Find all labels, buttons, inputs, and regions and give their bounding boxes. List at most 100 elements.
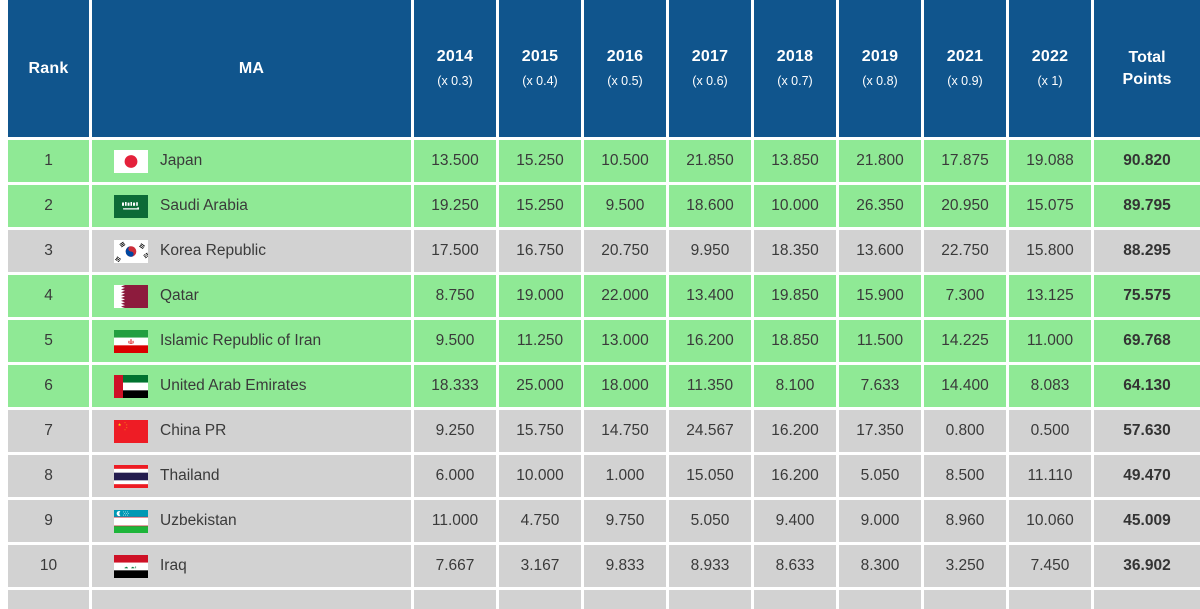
flag-uzbekistan-icon <box>114 509 148 533</box>
table-row[interactable]: 9 Uzbekistan 11.000 4.750 9.750 5.050 9.400 9.… <box>0 500 1200 545</box>
column-header-2016[interactable]: 2016 (x 0.5) <box>584 0 669 140</box>
score-cell: 8.100 <box>754 365 839 410</box>
column-header-2017-label: 2017 <box>691 48 729 66</box>
table-row[interactable]: 3 Korea Republic 17.500 16.750 20.750 9.950 1 <box>0 230 1200 275</box>
score-cell: 17.875 <box>924 140 1009 185</box>
score-cell: 9.950 <box>669 230 754 275</box>
column-header-2014[interactable]: 2014 (x 0.3) <box>414 0 499 140</box>
column-header-2017[interactable]: 2017 (x 0.6) <box>669 0 754 140</box>
score-cell: 13.600 <box>839 230 924 275</box>
score-cell: 17.500 <box>414 230 499 275</box>
flag-saudi-arabia-icon <box>114 194 148 218</box>
flag-uae-icon <box>114 374 148 398</box>
score-cell: 16.200 <box>754 455 839 500</box>
score-cell <box>1009 590 1094 609</box>
column-header-2016-label: 2016 <box>606 48 644 66</box>
score-cell: 7.300 <box>924 275 1009 320</box>
country-cell[interactable] <box>92 590 414 609</box>
country-cell[interactable]: Japan <box>92 140 414 185</box>
table-row[interactable] <box>0 590 1200 609</box>
column-header-2021[interactable]: 2021 (x 0.9) <box>924 0 1009 140</box>
total-points-cell: 49.470 <box>1094 455 1200 500</box>
country-name: Saudi Arabia <box>160 197 248 214</box>
table-row[interactable]: 4 Qatar 8.750 19.000 22.000 13.400 19.850 15.9… <box>0 275 1200 320</box>
score-cell <box>754 590 839 609</box>
flag-thailand-icon <box>114 464 148 488</box>
country-cell[interactable]: Iraq <box>92 545 414 590</box>
column-header-2019-multiplier: (x 0.8) <box>862 74 898 89</box>
column-header-total-line1: Total <box>1128 48 1166 66</box>
score-cell: 13.400 <box>669 275 754 320</box>
column-header-2019[interactable]: 2019 (x 0.8) <box>839 0 924 140</box>
column-header-total-points[interactable]: Total Points <box>1094 0 1200 140</box>
score-cell: 20.750 <box>584 230 669 275</box>
column-header-2018[interactable]: 2018 (x 0.7) <box>754 0 839 140</box>
table-row[interactable]: 10 Iraq 7.667 3.167 9.833 8.933 8.633 8.300 3.2… <box>0 545 1200 590</box>
table-row[interactable]: 5 Islamic Republic of Iran 9.500 11.250 13.… <box>0 320 1200 365</box>
country-cell[interactable]: Thailand <box>92 455 414 500</box>
column-header-2022[interactable]: 2022 (x 1) <box>1009 0 1094 140</box>
rank-cell: 9 <box>0 500 92 545</box>
score-cell: 11.110 <box>1009 455 1094 500</box>
score-cell: 7.667 <box>414 545 499 590</box>
total-points-cell: 75.575 <box>1094 275 1200 320</box>
country-cell[interactable]: United Arab Emirates <box>92 365 414 410</box>
column-header-ma-label: MA <box>238 59 265 77</box>
total-points-cell: 69.768 <box>1094 320 1200 365</box>
table-row[interactable]: 7 China PR 9.250 15.750 14.750 24.567 16.200 1… <box>0 410 1200 455</box>
column-header-2015-label: 2015 <box>521 48 559 66</box>
table-row[interactable]: 2 Saudi Arabia 19.250 15.250 9.500 18.600 10.… <box>0 185 1200 230</box>
rank-cell <box>0 590 92 609</box>
country-cell[interactable]: China PR <box>92 410 414 455</box>
score-cell: 25.000 <box>499 365 584 410</box>
score-cell: 7.633 <box>839 365 924 410</box>
score-cell: 8.083 <box>1009 365 1094 410</box>
column-header-2018-multiplier: (x 0.7) <box>777 74 813 89</box>
score-cell: 13.000 <box>584 320 669 365</box>
score-cell: 15.050 <box>669 455 754 500</box>
score-cell: 18.850 <box>754 320 839 365</box>
score-cell: 14.400 <box>924 365 1009 410</box>
flag-qatar-icon <box>114 284 148 308</box>
country-cell[interactable]: Islamic Republic of Iran <box>92 320 414 365</box>
score-cell: 6.000 <box>414 455 499 500</box>
score-cell: 8.633 <box>754 545 839 590</box>
score-cell: 13.500 <box>414 140 499 185</box>
country-name: Thailand <box>160 467 220 484</box>
score-cell: 15.750 <box>499 410 584 455</box>
column-header-2014-multiplier: (x 0.3) <box>437 74 473 89</box>
score-cell: 8.750 <box>414 275 499 320</box>
column-header-ma[interactable]: MA <box>92 0 414 140</box>
score-cell: 5.050 <box>839 455 924 500</box>
column-header-2018-label: 2018 <box>776 48 814 66</box>
total-points-cell: 64.130 <box>1094 365 1200 410</box>
score-cell: 3.250 <box>924 545 1009 590</box>
flag-korea-icon <box>114 239 148 263</box>
score-cell <box>499 590 584 609</box>
score-cell: 11.000 <box>1009 320 1094 365</box>
country-cell[interactable]: Uzbekistan <box>92 500 414 545</box>
rank-cell: 8 <box>0 455 92 500</box>
score-cell: 10.500 <box>584 140 669 185</box>
score-cell: 10.000 <box>754 185 839 230</box>
column-header-rank[interactable]: Rank <box>0 0 92 140</box>
table-row[interactable]: 1 Japan 13.500 15.250 10.500 21.850 13.850 21.… <box>0 140 1200 185</box>
score-cell: 5.050 <box>669 500 754 545</box>
table-row[interactable]: 8 Thailand 6.000 10.000 1.000 15.050 16.200 5.… <box>0 455 1200 500</box>
country-cell[interactable]: Qatar <box>92 275 414 320</box>
score-cell: 8.500 <box>924 455 1009 500</box>
column-header-2014-label: 2014 <box>436 48 474 66</box>
score-cell: 8.960 <box>924 500 1009 545</box>
rank-cell: 2 <box>0 185 92 230</box>
score-cell: 18.350 <box>754 230 839 275</box>
table-row[interactable]: 6 United Arab Emirates 18.333 25.000 18.000… <box>0 365 1200 410</box>
column-header-2015[interactable]: 2015 (x 0.4) <box>499 0 584 140</box>
country-cell[interactable]: Korea Republic <box>92 230 414 275</box>
flag-iran-icon <box>114 329 148 353</box>
score-cell: 9.833 <box>584 545 669 590</box>
score-cell: 8.933 <box>669 545 754 590</box>
flag-china-icon <box>114 419 148 443</box>
score-cell: 24.567 <box>669 410 754 455</box>
country-cell[interactable]: Saudi Arabia <box>92 185 414 230</box>
column-header-2022-multiplier: (x 1) <box>1037 74 1063 89</box>
